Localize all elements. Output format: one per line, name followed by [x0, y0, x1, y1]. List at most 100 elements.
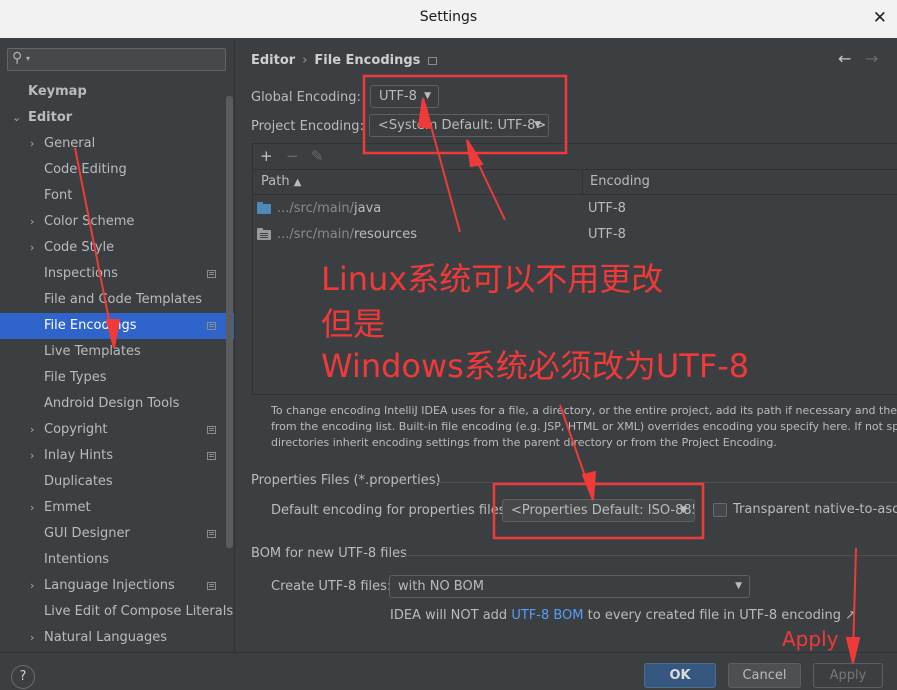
sidebar-item-label: File and Code Templates [44, 292, 202, 307]
sidebar-item-file-encodings[interactable]: File Encodings [0, 313, 234, 339]
encoding-cell[interactable]: UTF-8 [588, 196, 626, 222]
encoding-cell[interactable]: UTF-8 [588, 222, 626, 248]
apply-button[interactable]: Apply [813, 663, 883, 688]
sidebar-item-inspections[interactable]: Inspections [0, 261, 234, 287]
sidebar-item-natural-languages[interactable]: › Natural Languages [0, 625, 234, 651]
chevron-right-icon[interactable]: › [30, 209, 34, 235]
encoding-column-header[interactable]: Encoding [590, 174, 650, 189]
path-cell: .../src/main/resources [277, 227, 418, 242]
annotation-text: 但是 [321, 305, 386, 343]
chevron-right-icon[interactable]: › [30, 443, 34, 469]
edit-icon[interactable]: ✎ [311, 147, 324, 165]
sidebar-item-file-and-code-templates[interactable]: File and Code Templates [0, 287, 234, 313]
settings-sidebar: ⚲ ▾ Keymap ⌄ Editor › General Code Editing Fon… [0, 38, 234, 652]
forward-arrow-icon[interactable]: → [865, 49, 878, 68]
sidebar-item-duplicates[interactable]: Duplicates [0, 469, 234, 495]
sidebar-item-inlay-hints[interactable]: › Inlay Hints [0, 443, 234, 469]
sidebar-item-copyright[interactable]: › Copyright [0, 417, 234, 443]
remove-icon[interactable]: − [286, 147, 299, 165]
sidebar-item-general[interactable]: › General [0, 131, 234, 157]
close-icon[interactable]: ✕ [873, 8, 887, 28]
ok-button[interactable]: OK [644, 663, 716, 688]
chevron-down-icon: ▼ [735, 581, 742, 591]
source-folder-icon [257, 202, 271, 214]
chevron-right-icon[interactable]: › [30, 625, 34, 651]
sidebar-item-label: Color Scheme [44, 214, 135, 229]
sidebar-item-label: Emmet [44, 500, 91, 515]
chevron-right-icon[interactable]: › [30, 573, 34, 599]
transparent-native-to-ascii-checkbox[interactable] [713, 503, 727, 517]
sidebar-item-code-style[interactable]: › Code Style [0, 235, 234, 261]
properties-section-title: Properties Files (*.properties) [251, 473, 441, 488]
project-scope-icon [207, 582, 216, 590]
project-encoding-dropdown[interactable]: <System Default: UTF-8> ▼ [369, 114, 549, 137]
section-divider [405, 555, 897, 556]
path-cell: .../src/main/java [277, 201, 382, 216]
cancel-button[interactable]: Cancel [728, 663, 801, 688]
sidebar-item-label: Live Templates [44, 344, 141, 359]
search-input[interactable]: ⚲ ▾ [7, 48, 226, 71]
sidebar-item-label: Inspections [44, 266, 118, 281]
help-button[interactable]: ? [11, 665, 35, 689]
annotation-text: Windows系统必须改为UTF-8 [321, 347, 750, 385]
sidebar-item-label: Editor [28, 110, 73, 125]
table-row[interactable]: .../src/main/java UTF-8 [253, 196, 897, 222]
chevron-down-icon: ▼ [424, 91, 431, 101]
breadcrumb-parent[interactable]: Editor [251, 53, 295, 68]
transparent-native-to-ascii-label[interactable]: Transparent native-to-ascii c [733, 502, 897, 517]
sidebar-item-label: General [44, 136, 96, 151]
sidebar-item-label: Code Editing [44, 162, 127, 177]
sidebar-item-code-editing[interactable]: Code Editing [0, 157, 234, 183]
chevron-right-icon[interactable]: › [30, 131, 34, 157]
search-icon: ⚲ [12, 50, 23, 66]
help-text: To change encoding IntelliJ IDEA uses fo… [271, 403, 897, 451]
project-encoding-label: Project Encoding: [251, 119, 364, 134]
global-encoding-dropdown[interactable]: UTF-8 ▼ [370, 85, 439, 108]
settings-tree: Keymap ⌄ Editor › General Code Editing Font › Co… [0, 79, 234, 651]
properties-encoding-dropdown[interactable]: <Properties Default: ISO-885 ▼ [502, 499, 695, 522]
sidebar-item-font[interactable]: Font [0, 183, 234, 209]
sidebar-item-android-design-tools[interactable]: Android Design Tools [0, 391, 234, 417]
path-column-header[interactable]: Path ▲ [261, 174, 301, 189]
back-arrow-icon[interactable]: ← [838, 49, 851, 68]
sidebar-item-color-scheme[interactable]: › Color Scheme [0, 209, 234, 235]
breadcrumb: Editor › File Encodings [251, 53, 438, 68]
sidebar-item-file-types[interactable]: File Types [0, 365, 234, 391]
bom-dropdown[interactable]: with NO BOM ▼ [389, 575, 750, 598]
help-text-line: To change encoding IntelliJ IDEA uses fo… [271, 404, 897, 417]
project-scope-icon [428, 56, 438, 65]
chevron-right-icon[interactable]: › [30, 495, 34, 521]
sidebar-item-gui-designer[interactable]: GUI Designer [0, 521, 234, 547]
sidebar-item-label: Natural Languages [44, 630, 168, 645]
sidebar-item-label: Inlay Hints [44, 448, 113, 463]
sidebar-item-label: GUI Designer [44, 526, 130, 541]
project-scope-icon [207, 452, 216, 460]
table-row[interactable]: .../src/main/resources UTF-8 [253, 222, 897, 248]
create-utf8-label: Create UTF-8 files: [271, 579, 392, 594]
section-divider [435, 482, 897, 483]
annotation-text: Linux系统可以不用更改 [321, 260, 664, 298]
sidebar-item-label: File Encodings [44, 318, 137, 333]
sidebar-item-live-templates[interactable]: Live Templates [0, 339, 234, 365]
utf8-bom-link[interactable]: UTF-8 BOM [511, 608, 583, 623]
help-text-line: from the encoding list. Built-in file en… [271, 420, 897, 433]
chevron-down-icon[interactable]: ⌄ [12, 105, 21, 131]
global-encoding-label: Global Encoding: [251, 90, 361, 105]
sidebar-item-intentions[interactable]: Intentions [0, 547, 234, 573]
column-divider[interactable] [582, 170, 583, 195]
sidebar-item-language-injections[interactable]: › Language Injections [0, 573, 234, 599]
chevron-right-icon[interactable]: › [30, 235, 34, 261]
search-history-caret-icon[interactable]: ▾ [26, 54, 30, 63]
sidebar-item-label: File Types [44, 370, 107, 385]
sidebar-scrollbar[interactable] [226, 96, 233, 548]
add-icon[interactable]: + [260, 147, 273, 165]
sidebar-item-keymap[interactable]: Keymap [0, 79, 234, 105]
dialog-button-bar: ? OK Cancel Apply [0, 652, 897, 690]
sidebar-item-label: Intentions [44, 552, 110, 567]
sidebar-item-label: Code Style [44, 240, 115, 255]
chevron-right-icon[interactable]: › [30, 417, 34, 443]
sidebar-item-emmet[interactable]: › Emmet [0, 495, 234, 521]
sidebar-item-editor[interactable]: ⌄ Editor [0, 105, 234, 131]
annotation-apply-text: Apply [782, 627, 839, 651]
sidebar-item-live-edit-of-compose-literals[interactable]: Live Edit of Compose Literals [0, 599, 234, 625]
